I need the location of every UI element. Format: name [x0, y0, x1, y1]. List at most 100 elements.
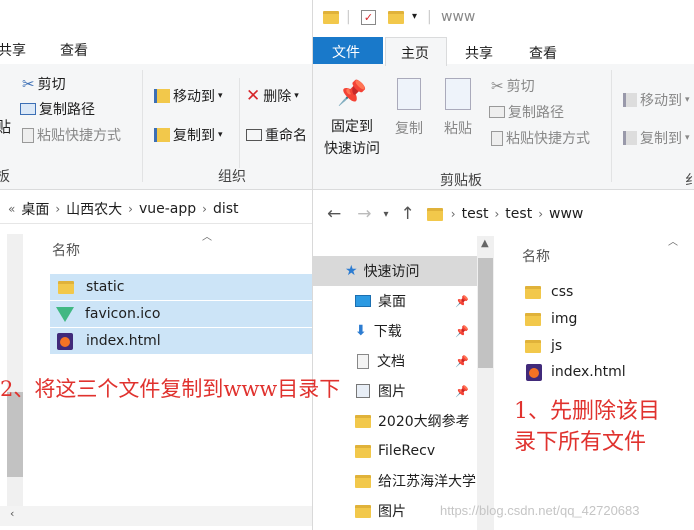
new-folder-icon[interactable] [388, 11, 404, 24]
copy-to-icon [623, 131, 637, 145]
breadcrumb-current[interactable]: dist [213, 201, 239, 217]
up-arrow-icon[interactable]: ↑ [401, 204, 415, 224]
pictures-icon [356, 384, 370, 398]
chevron-down-icon: ▾ [294, 91, 299, 101]
nav-item-downloads[interactable]: ⬇ 下载 📌 [313, 316, 477, 346]
nav-item-quick-access[interactable]: ★ 快速访问 [313, 256, 477, 286]
scroll-left-icon[interactable]: ‹ [10, 507, 14, 520]
cut-button[interactable]: ✂ 剪切 [491, 76, 535, 96]
address-bar[interactable]: « 桌面 › 山西农大 › vue-app › dist [0, 194, 312, 224]
paste-button[interactable]: 粘贴 [441, 78, 475, 138]
back-arrow-icon[interactable]: ← [327, 204, 341, 224]
pin-icon[interactable]: 📌 [455, 295, 469, 308]
scroll-up-icon[interactable]: ▲ [481, 238, 489, 249]
pin-icon[interactable]: 📌 [455, 385, 469, 398]
paste-label-partial[interactable]: 贴 [0, 116, 11, 137]
move-to-button[interactable]: 移动到 ▾ [623, 90, 690, 110]
copy-path-button[interactable]: 复制路径 [489, 102, 564, 122]
chevron-right-icon[interactable]: › [55, 202, 60, 216]
navigation-pane: ★ 快速访问 桌面 📌 ⬇ 下载 📌 文档 📌 图片 📌 2020大纲参考 Fi… [313, 236, 495, 530]
list-item-selected[interactable]: favicon.ico [50, 301, 312, 327]
list-item-selected[interactable]: static [50, 274, 312, 300]
annotation-delete-instruction: 1、先删除该目 录下所有文件 [514, 399, 660, 455]
pin-icon[interactable]: 📌 [455, 355, 469, 368]
list-item[interactable]: img [523, 306, 577, 332]
nav-item-documents[interactable]: 文档 📌 [313, 346, 477, 376]
star-icon: ★ [345, 263, 358, 279]
download-arrow-icon: ⬇ [355, 323, 367, 339]
chevron-down-icon: ▾ [685, 95, 690, 105]
copy-to-button[interactable]: 复制到 ▾ [154, 125, 223, 145]
properties-check-icon[interactable]: ✓ [361, 10, 376, 25]
chevron-down-icon: ▾ [685, 133, 690, 143]
move-to-icon [623, 93, 637, 107]
paste-shortcut-button[interactable]: 粘贴快捷方式 [22, 125, 121, 145]
rename-button[interactable]: 重命名 [246, 125, 307, 145]
chevron-right-icon[interactable]: › [128, 202, 133, 216]
move-to-button[interactable]: 移动到 ▾ [154, 86, 223, 106]
tab-share[interactable]: 共享 [0, 40, 26, 60]
pin-icon[interactable]: 📌 [455, 325, 469, 338]
nav-item-folder[interactable]: 给江苏海洋大学 [313, 466, 477, 496]
breadcrumb-current[interactable]: www [549, 206, 583, 222]
tab-share[interactable]: 共享 [465, 43, 493, 63]
folder-icon [355, 414, 371, 428]
breadcrumb-desktop[interactable]: 桌面 [21, 199, 49, 219]
chevron-right-icon[interactable]: › [451, 207, 456, 221]
copy-path-icon [20, 103, 36, 115]
firefox-icon [57, 332, 73, 350]
delete-button[interactable]: ✕ 删除 ▾ [246, 86, 299, 106]
copy-to-button[interactable]: 复制到 ▾ [623, 128, 690, 148]
folder-icon [355, 474, 371, 488]
nav-item-folder[interactable]: FileRecv [313, 436, 477, 466]
pin-icon: 📌 [337, 79, 367, 107]
list-item[interactable]: js [523, 333, 562, 359]
annotation-copy-instruction: 2、将这三个文件复制到www目录下 [0, 377, 341, 401]
breadcrumb-folder[interactable]: test [505, 206, 532, 222]
list-item[interactable]: css [523, 279, 573, 305]
breadcrumb-folder[interactable]: vue-app [139, 201, 196, 217]
tab-view[interactable]: 查看 [529, 43, 557, 63]
scissors-icon: ✂ [491, 77, 504, 95]
cut-button[interactable]: ✂ 剪切 [22, 74, 66, 94]
list-item[interactable]: index.html [523, 359, 626, 385]
pin-to-quick-access-button[interactable]: 📌 固定到 快速访问 [317, 78, 387, 158]
paste-shortcut-button[interactable]: 粘贴快捷方式 [491, 128, 590, 148]
tab-view[interactable]: 查看 [60, 40, 88, 60]
column-header-name[interactable]: 名称 [52, 240, 80, 260]
desktop-icon [355, 295, 371, 307]
recent-locations-chevron-icon[interactable]: ▾ [384, 209, 389, 220]
chevron-right-icon[interactable]: › [538, 207, 543, 221]
window-title: www [441, 9, 476, 25]
folder-icon [525, 312, 541, 326]
copy-path-button[interactable]: 复制路径 [20, 99, 95, 119]
chevron-right-icon[interactable]: › [202, 202, 207, 216]
folder-icon [525, 339, 541, 353]
divider: | [427, 9, 432, 25]
paste-icon [445, 78, 471, 110]
nav-scrollbar-thumb[interactable] [478, 258, 493, 368]
nav-scrollbar-thumb[interactable] [7, 392, 23, 477]
address-bar[interactable]: ← → ▾ ↑ › test › test › www [313, 199, 694, 229]
scissors-icon: ✂ [22, 75, 35, 93]
clipboard-group-label-partial: 板 [0, 169, 10, 185]
quick-access-dropdown-icon[interactable]: ▾ [412, 11, 417, 22]
forward-arrow-icon[interactable]: → [357, 204, 371, 224]
overflow-chevron-icon[interactable]: « [8, 202, 15, 216]
chevron-down-icon: ▾ [218, 130, 223, 140]
breadcrumb-folder[interactable]: 山西农大 [66, 199, 122, 219]
rename-icon [246, 129, 262, 141]
column-header-name[interactable]: 名称 [522, 246, 550, 266]
sort-ascending-icon: ︿ [668, 237, 678, 248]
horizontal-scrollbar[interactable] [0, 506, 312, 526]
list-item-selected[interactable]: index.html [50, 328, 312, 354]
breadcrumb-folder[interactable]: test [462, 206, 489, 222]
folder-icon [426, 207, 443, 221]
nav-item-desktop[interactable]: 桌面 📌 [313, 286, 477, 316]
copy-path-icon [489, 106, 505, 118]
sort-ascending-icon: ︿ [202, 232, 212, 243]
nav-item-folder[interactable]: 2020大纲参考 [313, 406, 477, 436]
chevron-right-icon[interactable]: › [494, 207, 499, 221]
vue-logo-icon [56, 306, 74, 322]
copy-button[interactable]: 复制 [393, 78, 425, 138]
